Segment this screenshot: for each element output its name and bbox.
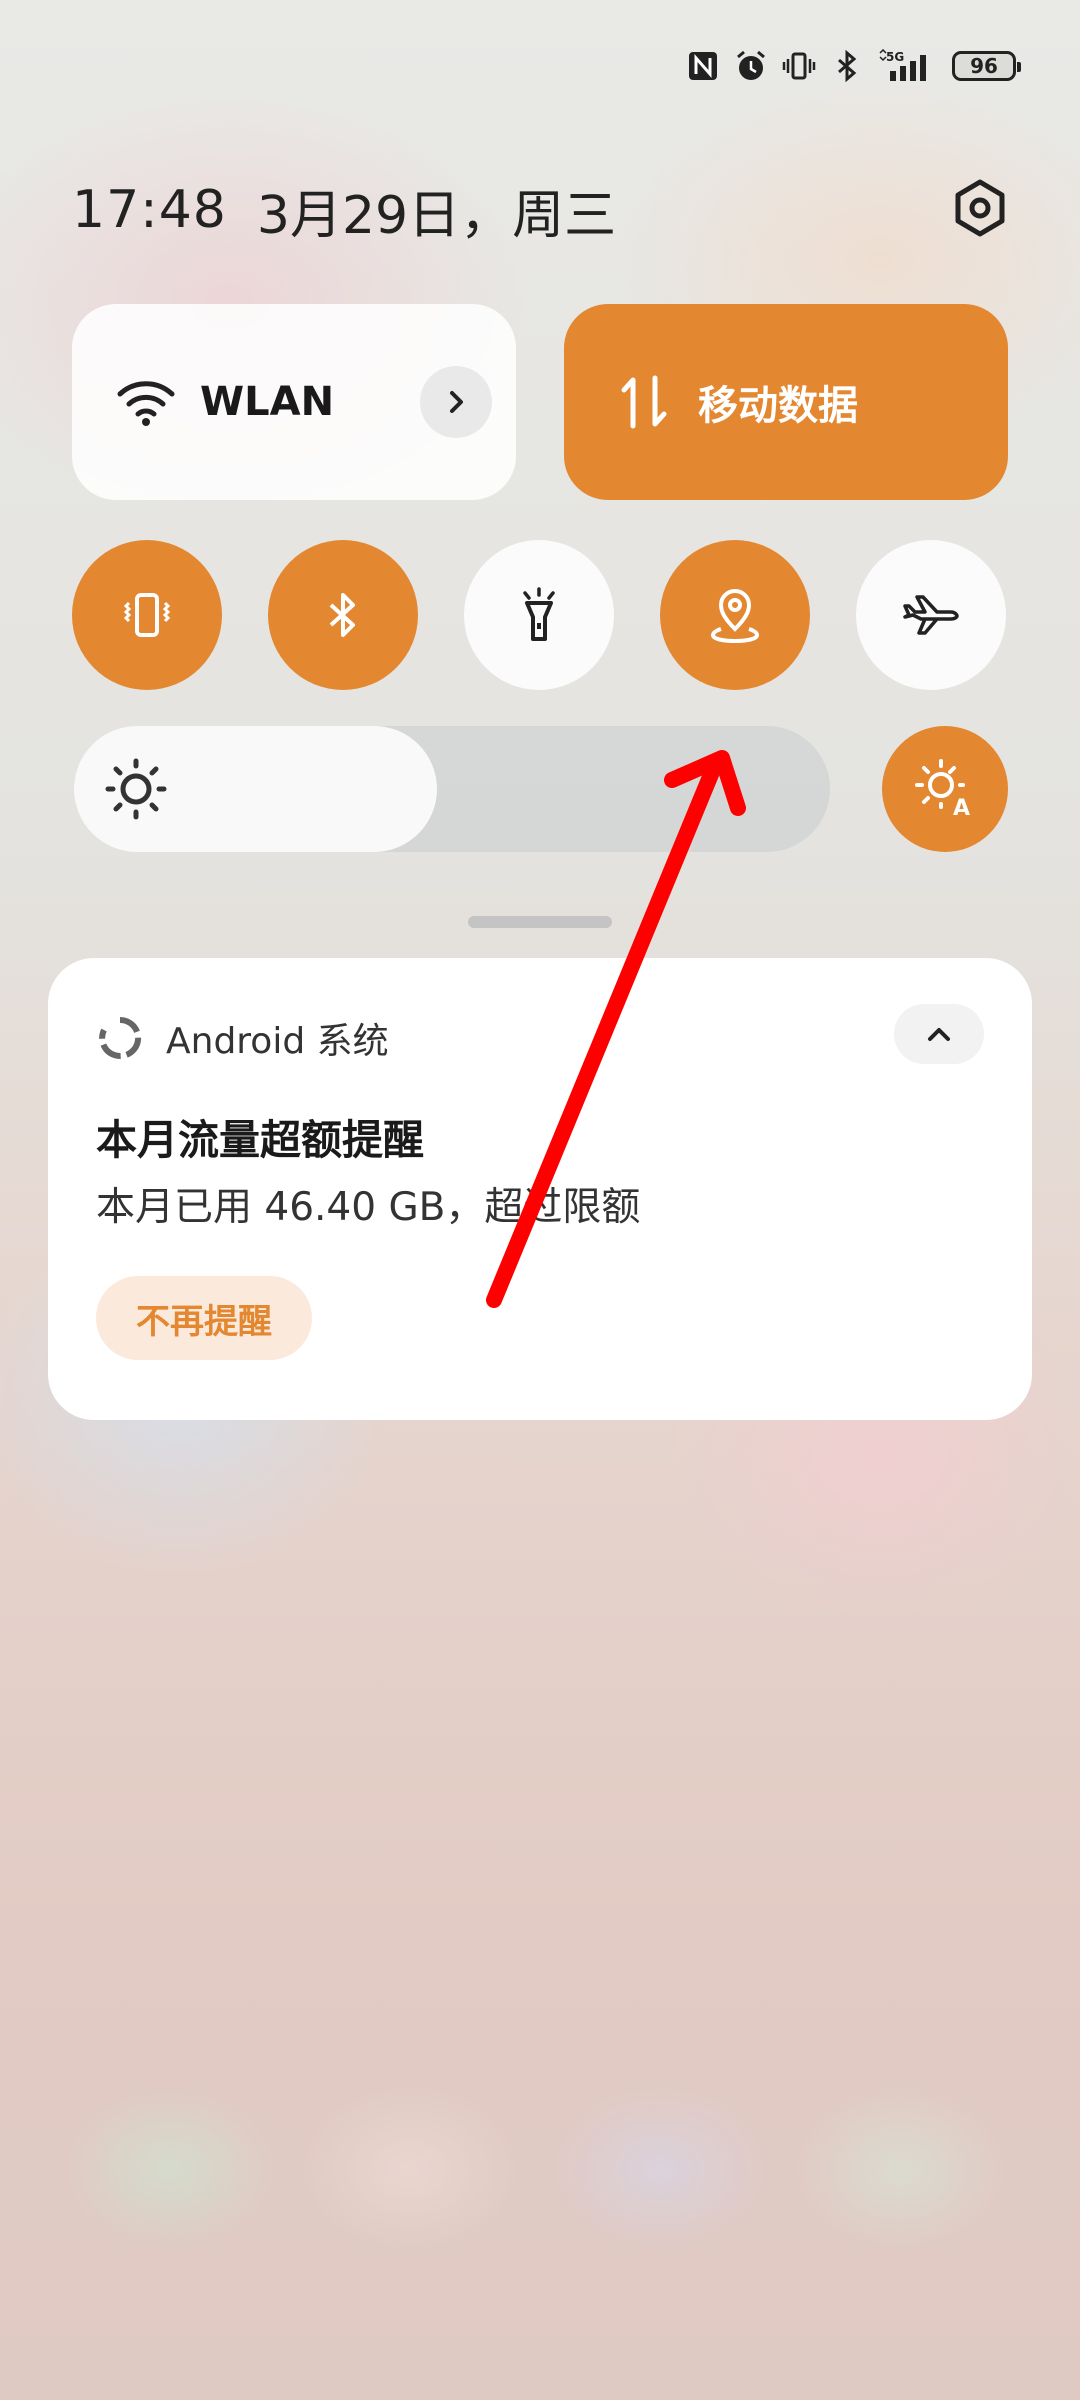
- battery-icon: 96: [952, 51, 1021, 81]
- clock-time[interactable]: 17:48: [72, 180, 227, 240]
- bluetooth-icon: [830, 49, 864, 83]
- airplane-icon: [903, 595, 959, 635]
- dont-remind-button[interactable]: 不再提醒: [96, 1276, 312, 1360]
- data-arrows-icon: [614, 372, 674, 432]
- battery-level: 96: [970, 54, 998, 78]
- svg-text:A: A: [953, 796, 970, 821]
- settings-button[interactable]: [944, 172, 1016, 244]
- bluetooth-icon: [329, 593, 355, 637]
- location-icon: [710, 589, 760, 644]
- panel-drag-handle[interactable]: [468, 916, 612, 928]
- vibrate-icon: [782, 49, 816, 83]
- nfc-icon: [686, 49, 720, 83]
- airplane-mode-toggle[interactable]: [856, 540, 1006, 690]
- notification-body: 本月已用 46.40 GB，超过限额: [96, 1185, 641, 1230]
- notification-app-row: Android 系统: [98, 1012, 389, 1064]
- notification-collapse-button[interactable]: [894, 1004, 984, 1064]
- auto-brightness-icon: A: [915, 759, 970, 821]
- 5g-signal-icon: 5G: [878, 49, 938, 83]
- date-label[interactable]: 3月29日，周三: [257, 173, 616, 248]
- auto-brightness-button[interactable]: A: [882, 726, 1008, 852]
- chevron-right-icon: [450, 391, 463, 413]
- wlan-tile[interactable]: WLAN: [72, 304, 516, 500]
- wlan-details-button[interactable]: [420, 366, 492, 438]
- notification-app-name: Android 系统: [166, 1021, 389, 1062]
- wlan-label: WLAN: [200, 379, 335, 425]
- location-toggle[interactable]: [660, 540, 810, 690]
- vibrate-icon: [123, 593, 171, 637]
- mobile-data-label: 移动数据: [698, 383, 858, 429]
- android-system-icon: [98, 1016, 142, 1060]
- notification-title: 本月流量超额提醒: [96, 1116, 424, 1164]
- flashlight-toggle[interactable]: [464, 540, 614, 690]
- network-type-label: 5G: [886, 50, 904, 64]
- mobile-data-tile[interactable]: 移动数据: [564, 304, 1008, 500]
- status-bar: 5G 96: [686, 44, 1021, 88]
- wifi-icon: [116, 372, 176, 432]
- flashlight-icon: [523, 587, 555, 641]
- vibrate-toggle[interactable]: [72, 540, 222, 690]
- alarm-icon: [734, 49, 768, 83]
- settings-hexagon-icon: [955, 179, 1005, 237]
- brightness-sun-icon: [104, 757, 168, 821]
- quick-settings-header: 17:48 3月29日，周三: [72, 170, 1016, 250]
- notification-card[interactable]: Android 系统 本月流量超额提醒 本月已用 46.40 GB，超过限额 不…: [48, 958, 1032, 1420]
- chevron-up-icon: [928, 1028, 950, 1041]
- bluetooth-toggle[interactable]: [268, 540, 418, 690]
